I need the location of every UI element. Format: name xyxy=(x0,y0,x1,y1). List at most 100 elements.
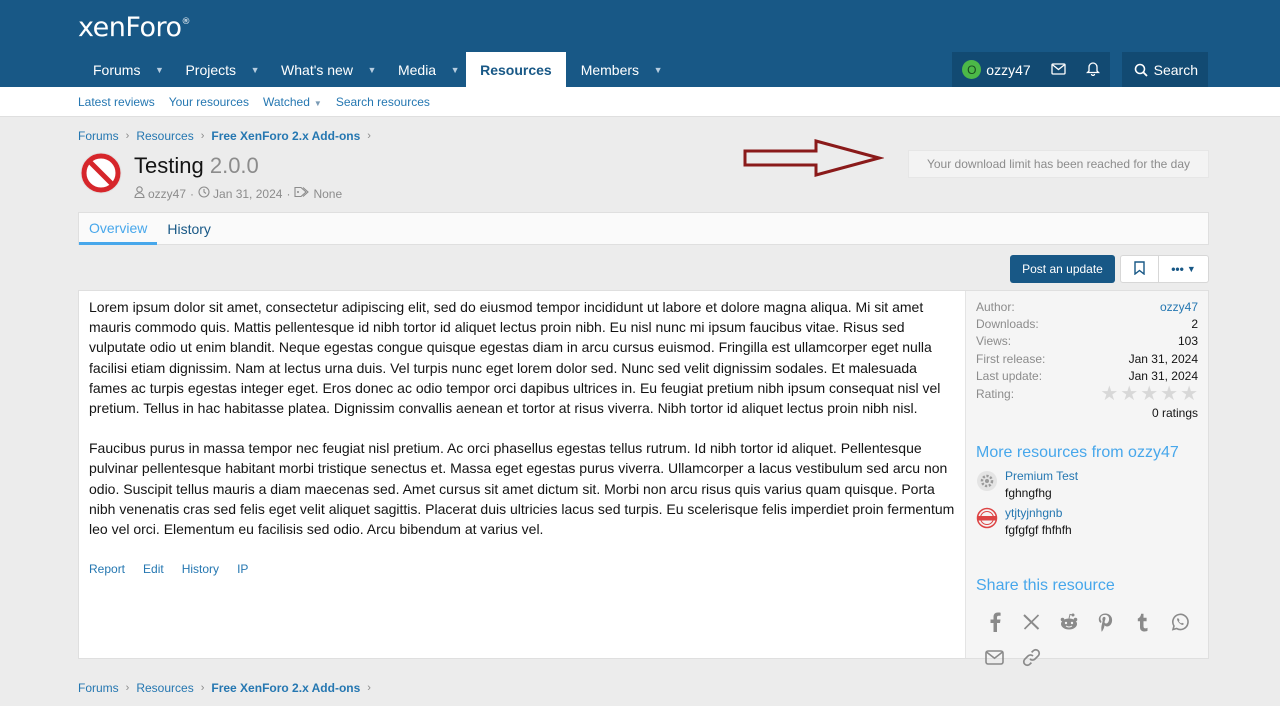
resource-actions: ••• ▼ xyxy=(1120,255,1209,283)
more-options-button[interactable]: ••• ▼ xyxy=(1159,256,1208,282)
more-resource-desc: fgfgfgf fhfhfh xyxy=(1005,522,1072,537)
list-item: Premium Test fghngfhg xyxy=(976,468,1198,502)
username: ozzy47 xyxy=(986,61,1031,78)
search-label: Search xyxy=(1153,61,1198,78)
chevron-down-icon[interactable]: ▼ xyxy=(148,52,170,87)
search-icon xyxy=(1134,63,1148,77)
star-icon: ★ xyxy=(1120,383,1139,406)
more-resource-link[interactable]: Premium Test xyxy=(1005,468,1078,485)
clock-icon xyxy=(198,186,210,201)
latest-reviews-link[interactable]: Latest reviews xyxy=(78,95,155,109)
stat-rating-count: 0 ratings xyxy=(1151,406,1198,421)
share-heading: Share this resource xyxy=(976,576,1115,594)
list-item: ytjtyjnhgnb fgfgfgf fhfhfh xyxy=(976,505,1198,539)
user-icon xyxy=(134,186,145,201)
ip-link[interactable]: IP xyxy=(237,559,248,579)
user-bar: O ozzy47 Search xyxy=(952,52,1208,87)
nav-label: Resources xyxy=(480,61,552,78)
whatsapp-icon[interactable] xyxy=(1161,605,1198,640)
inbox-button[interactable] xyxy=(1041,52,1076,87)
breadcrumb-forums[interactable]: Forums xyxy=(78,681,119,695)
resource-sidebar: Author: ozzy47 Downloads: 2 Views: 103 Firs… xyxy=(965,291,1208,666)
x-icon[interactable] xyxy=(1013,605,1050,640)
your-resources-link[interactable]: Your resources xyxy=(169,95,249,109)
account-link[interactable]: O ozzy47 xyxy=(952,52,1040,87)
breadcrumb-category[interactable]: Free XenForo 2.x Add-ons xyxy=(211,681,360,695)
nav-label: Media xyxy=(397,61,437,78)
chevron-down-icon[interactable]: ▼ xyxy=(647,52,669,87)
breadcrumb-forums[interactable]: Forums xyxy=(78,129,119,143)
bookmark-button[interactable] xyxy=(1121,256,1159,282)
nav-whats-new[interactable]: What's new ▼ xyxy=(266,52,383,87)
chevron-down-icon[interactable]: ▼ xyxy=(244,52,266,87)
tag-icon xyxy=(294,186,310,201)
stat-first-release: First release: Jan 31, 2024 xyxy=(976,351,1198,366)
chevron-right-icon: › xyxy=(200,682,205,694)
sub-nav: Latest reviews Your resources Watched ▼ S… xyxy=(0,87,1280,117)
tumblr-icon[interactable] xyxy=(1124,605,1161,640)
stat-rating: Rating: ★ ★ ★ ★ ★ xyxy=(976,383,1198,406)
nav-media[interactable]: Media ▼ xyxy=(383,52,466,87)
chevron-right-icon: › xyxy=(125,682,130,694)
breadcrumb-category[interactable]: Free XenForo 2.x Add-ons xyxy=(211,129,360,143)
more-resources-heading[interactable]: More resources from ozzy47 xyxy=(976,444,1198,462)
tab-overview[interactable]: Overview xyxy=(79,213,158,245)
site-logo[interactable]: xenForo® xyxy=(78,12,190,43)
stat-author: Author: ozzy47 xyxy=(976,299,1198,314)
nav-forums[interactable]: Forums ▼ xyxy=(78,52,170,87)
more-resource-link[interactable]: ytjtyjnhgnb xyxy=(1005,505,1072,522)
rating-stars: ★ ★ ★ ★ ★ xyxy=(1100,383,1198,406)
post-update-button[interactable]: Post an update xyxy=(1010,255,1115,283)
nav-label: Projects xyxy=(185,61,237,78)
breadcrumb-resources[interactable]: Resources xyxy=(136,129,193,143)
alerts-button[interactable] xyxy=(1076,52,1110,87)
tab-history[interactable]: History xyxy=(157,213,221,245)
stat-downloads: Downloads: 2 xyxy=(976,316,1198,331)
nav-projects[interactable]: Projects ▼ xyxy=(170,52,266,87)
chevron-down-icon[interactable]: ▼ xyxy=(444,52,466,87)
bookmark-icon xyxy=(1134,260,1145,278)
resource-date[interactable]: Jan 31, 2024 xyxy=(213,187,282,201)
resource-tags: None xyxy=(313,186,343,201)
facebook-icon[interactable] xyxy=(976,605,1013,640)
download-limit-notice: Your download limit has been reached for… xyxy=(908,150,1209,178)
avatar: O xyxy=(962,60,982,79)
star-icon: ★ xyxy=(1140,383,1159,406)
page-title: Testing 2.0.0 xyxy=(134,153,259,178)
search-button[interactable]: Search xyxy=(1121,52,1208,87)
resource-panel: Lorem ipsum dolor sit amet, consectetur … xyxy=(78,290,1209,666)
resource-tabs: Overview History xyxy=(78,212,1209,245)
site-header: xenForo® Forums ▼ Projects ▼ What's new ▼ M… xyxy=(0,0,1280,87)
pinterest-icon[interactable] xyxy=(1087,605,1124,640)
author-link[interactable]: ozzy47 xyxy=(148,187,186,201)
breadcrumb-resources[interactable]: Resources xyxy=(136,681,193,695)
breadcrumb: Forums › Resources › Free XenForo 2.x Add-… xyxy=(78,129,378,143)
edit-link[interactable]: Edit xyxy=(143,559,164,579)
post-actions: Report Edit History IP xyxy=(89,559,955,579)
nav-resources[interactable]: Resources xyxy=(466,52,566,87)
nav-members[interactable]: Members ▼ xyxy=(566,52,669,87)
breadcrumb-bottom: Forums › Resources › Free XenForo 2.x Add-… xyxy=(78,681,378,695)
description-paragraph: Lorem ipsum dolor sit amet, consectetur … xyxy=(89,299,941,417)
chevron-down-icon[interactable]: ▼ xyxy=(314,99,322,108)
description-paragraph: Faucibus purus in massa tempor nec feugi… xyxy=(89,440,955,538)
bell-icon xyxy=(1085,61,1100,79)
stat-last-update: Last update: Jan 31, 2024 xyxy=(976,368,1198,383)
email-icon[interactable] xyxy=(976,640,1013,675)
author-link[interactable]: ozzy47 xyxy=(1160,300,1198,314)
chevron-right-icon: › xyxy=(125,130,130,142)
search-resources-link[interactable]: Search resources xyxy=(336,95,430,109)
resource-meta: ozzy47 · Jan 31, 2024 · None xyxy=(134,186,342,201)
nav-label: What's new xyxy=(281,61,353,78)
reddit-icon[interactable] xyxy=(1050,605,1087,640)
envelope-icon xyxy=(1050,62,1066,78)
report-link[interactable]: Report xyxy=(89,559,125,579)
star-icon: ★ xyxy=(1100,383,1119,406)
link-icon[interactable] xyxy=(1013,640,1050,675)
chevron-down-icon[interactable]: ▼ xyxy=(361,52,383,87)
main-nav: Forums ▼ Projects ▼ What's new ▼ Media ▼ Res… xyxy=(78,52,669,87)
stamp-icon xyxy=(976,507,998,529)
watched-link[interactable]: Watched ▼ xyxy=(263,95,322,109)
ellipsis-icon: ••• xyxy=(1171,262,1184,276)
history-link[interactable]: History xyxy=(182,559,219,579)
